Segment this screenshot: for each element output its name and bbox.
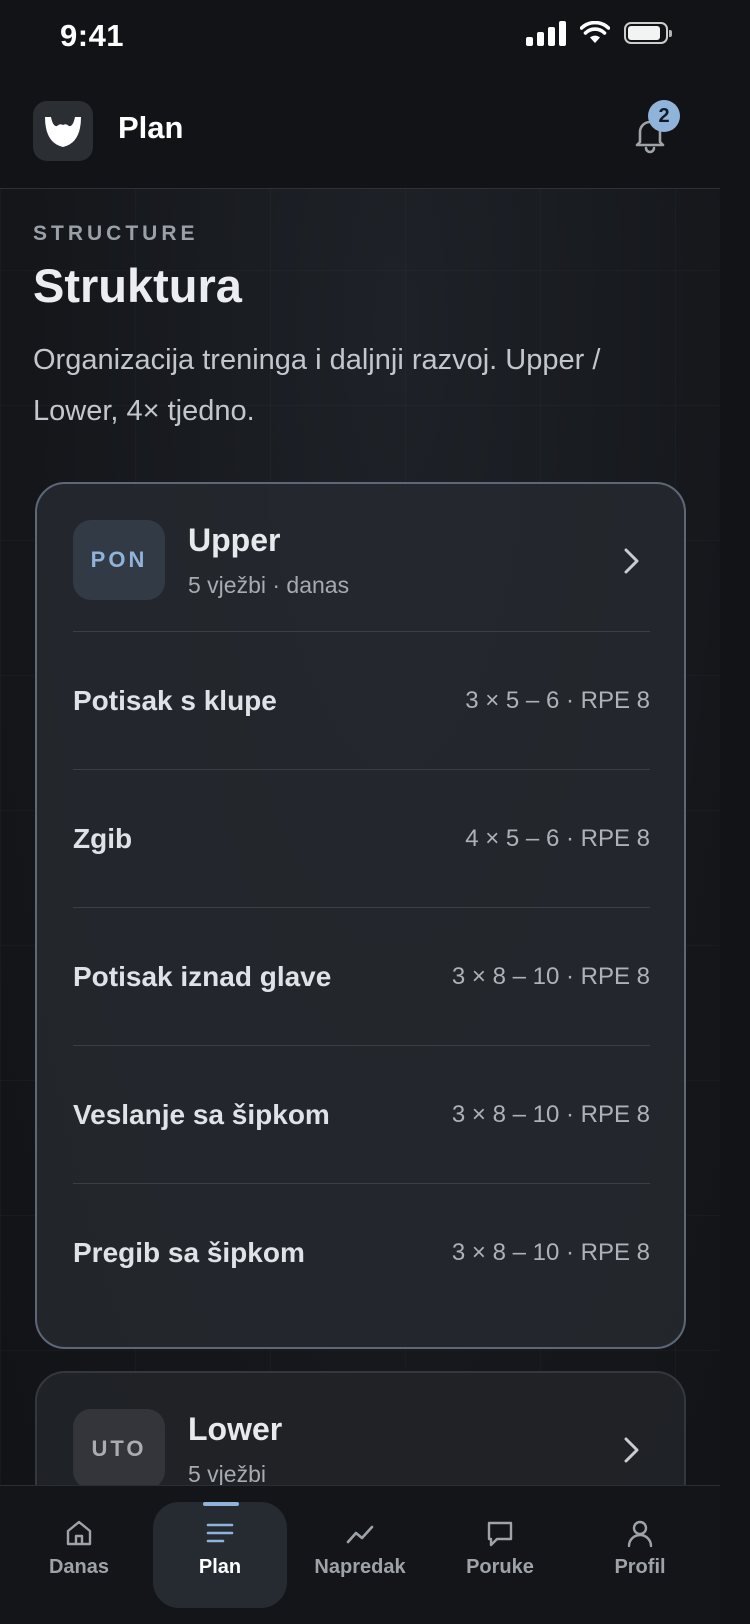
notification-badge: 2: [648, 100, 680, 132]
beard-logo-icon[interactable]: [33, 101, 93, 161]
exercise-row[interactable]: Veslanje sa šipkom 3 × 8 – 10 · RPE 8: [73, 1045, 650, 1183]
workout-subtitle: 5 vježbi: [188, 1461, 266, 1487]
exercise-list: Potisak s klupe 3 × 5 – 6 · RPE 8 Zgib 4…: [73, 631, 650, 1321]
exercise-row[interactable]: Pregib sa šipkom 3 × 8 – 10 · RPE 8: [73, 1183, 650, 1321]
exercise-name: Zgib: [73, 822, 133, 854]
tab-danas[interactable]: Danas: [12, 1502, 146, 1608]
app-title: Plan: [118, 110, 184, 145]
exercise-sets: 3 × 8 – 10 · RPE 8: [451, 1238, 650, 1266]
tab-label: Danas: [48, 1556, 110, 1578]
tab-poruke[interactable]: Poruke: [433, 1502, 567, 1608]
workout-subtitle: 5 vježbi · danas: [188, 572, 350, 598]
exercise-sets: 3 × 8 – 10 · RPE 8: [451, 962, 650, 990]
exercise-sets: 3 × 5 – 6 · RPE 8: [465, 686, 650, 714]
section-eyebrow: STRUCTURE: [33, 222, 199, 245]
tab-profil[interactable]: Profil: [573, 1502, 707, 1608]
tab-label: Plan: [198, 1556, 242, 1578]
workout-title: Lower: [188, 1411, 283, 1447]
day-badge: PON: [73, 520, 165, 600]
app-header: Plan 2: [0, 72, 720, 189]
user-icon: [627, 1520, 653, 1548]
tab-label: Profil: [614, 1556, 666, 1578]
tab-napredak[interactable]: Napredak: [293, 1502, 427, 1608]
app-screen: 9:41 Plan 2 STRUCTURE Struktura Organiza…: [0, 0, 720, 1624]
status-icons: [526, 20, 672, 46]
active-tab-indicator: [203, 1502, 239, 1506]
tab-label: Poruke: [466, 1556, 534, 1578]
list-icon: [206, 1523, 234, 1543]
exercise-name: Pregib sa šipkom: [73, 1236, 305, 1268]
trend-icon: [346, 1525, 374, 1544]
status-time: 9:41: [60, 18, 125, 53]
wifi-icon: [580, 21, 610, 43]
exercise-name: Potisak iznad glave: [73, 960, 332, 992]
workout-title: Upper: [188, 522, 281, 558]
exercise-row[interactable]: Potisak s klupe 3 × 5 – 6 · RPE 8: [73, 631, 650, 769]
tab-label: Napredak: [314, 1556, 406, 1578]
bottom-tab-bar: Danas Plan Napredak Poruke Profil: [0, 1485, 720, 1624]
page-title: Struktura: [33, 259, 242, 312]
day-badge: UTO: [73, 1409, 165, 1489]
home-icon: [66, 1520, 92, 1546]
chevron-right-icon[interactable]: [618, 1435, 644, 1465]
exercise-row[interactable]: Zgib 4 × 5 – 6 · RPE 8: [73, 769, 650, 907]
tab-plan[interactable]: Plan: [153, 1502, 287, 1608]
exercise-name: Potisak s klupe: [73, 684, 277, 716]
exercise-name: Veslanje sa šipkom: [73, 1098, 330, 1130]
battery-icon: [624, 22, 672, 44]
exercise-row[interactable]: Potisak iznad glave 3 × 8 – 10 · RPE 8: [73, 907, 650, 1045]
day-card-upper[interactable]: PON Upper 5 vježbi · danas Potisak s klu…: [35, 482, 686, 1349]
status-bar: 9:41: [0, 0, 720, 72]
page-description: Organizacija treninga i daljnji razvoj. …: [33, 344, 601, 427]
exercise-sets: 4 × 5 – 6 · RPE 8: [465, 824, 650, 852]
signal-icon: [526, 20, 566, 46]
chat-icon: [487, 1521, 513, 1547]
exercise-sets: 3 × 8 – 10 · RPE 8: [451, 1100, 650, 1128]
chevron-right-icon[interactable]: [618, 546, 644, 576]
